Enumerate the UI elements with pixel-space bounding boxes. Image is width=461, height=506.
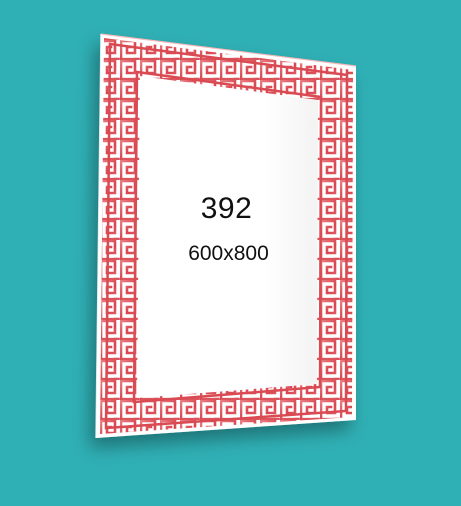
product-scene: 392 600x800 xyxy=(0,0,461,506)
dimensions-label: 600x800 xyxy=(188,242,269,265)
model-number: 392 xyxy=(200,192,253,225)
mirror-glass xyxy=(137,76,318,398)
